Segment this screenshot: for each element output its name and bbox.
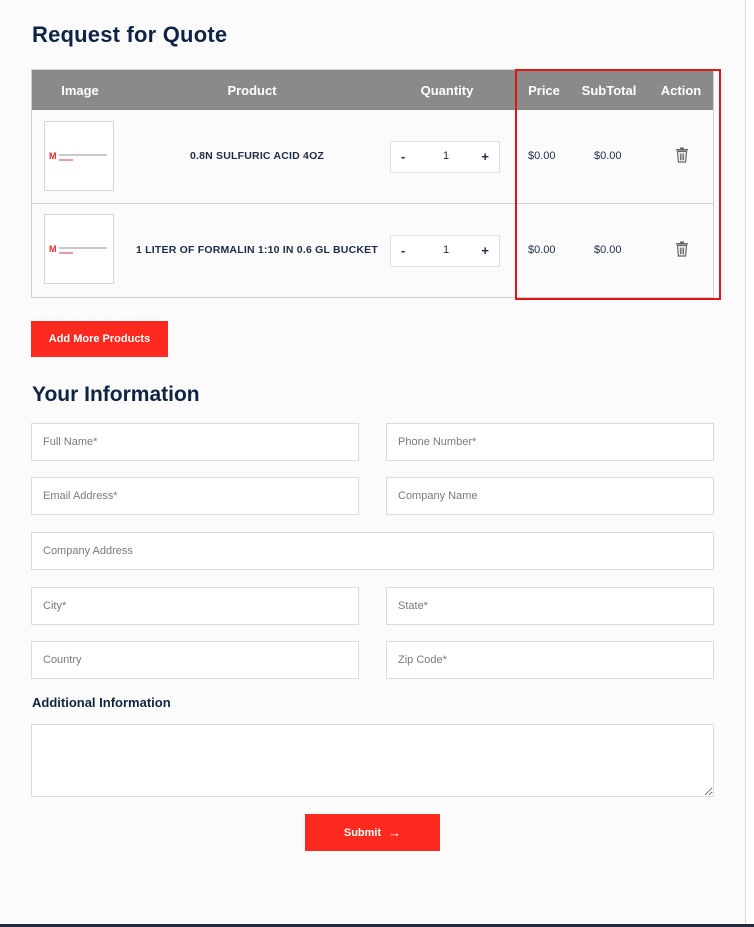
logo-text-line	[59, 247, 107, 249]
increment-button[interactable]: +	[481, 149, 489, 164]
header-image: Image	[61, 83, 99, 98]
product-thumbnail[interactable]: M	[44, 121, 114, 191]
submit-button[interactable]: Submit →	[305, 814, 440, 851]
company-name-field[interactable]	[386, 477, 714, 515]
quantity-value[interactable]: 1	[431, 150, 461, 162]
additional-info-textarea[interactable]	[31, 724, 714, 797]
quantity-stepper: - 1 +	[390, 235, 500, 267]
brand-logo: M	[49, 244, 57, 254]
additional-info-label: Additional Information	[32, 695, 171, 710]
country-field[interactable]	[31, 641, 359, 679]
full-name-field[interactable]	[31, 423, 359, 461]
email-field[interactable]	[31, 477, 359, 515]
decrement-button[interactable]: -	[401, 243, 405, 258]
product-name: 1 LITER OF FORMALIN 1:10 IN 0.6 GL BUCKE…	[136, 244, 378, 256]
quantity-stepper: - 1 +	[390, 141, 500, 173]
decrement-button[interactable]: -	[401, 149, 405, 164]
page-title: Request for Quote	[32, 22, 228, 47]
zip-code-field[interactable]	[386, 641, 714, 679]
increment-button[interactable]: +	[481, 243, 489, 258]
phone-number-field[interactable]	[386, 423, 714, 461]
quantity-value[interactable]: 1	[431, 244, 461, 256]
company-address-field[interactable]	[31, 532, 714, 570]
page-right-edge	[745, 0, 746, 927]
highlight-box	[515, 69, 721, 300]
section-title: Your Information	[32, 383, 200, 406]
product-thumbnail[interactable]: M	[44, 214, 114, 284]
header-product: Product	[227, 83, 277, 98]
state-field[interactable]	[386, 587, 714, 625]
logo-subtext-line	[59, 252, 73, 254]
submit-label: Submit	[343, 826, 382, 839]
logo-subtext-line	[59, 159, 73, 161]
brand-logo: M	[49, 151, 57, 161]
header-quantity: Quantity	[420, 83, 474, 98]
city-field[interactable]	[31, 587, 359, 625]
logo-text-line	[59, 154, 107, 156]
add-more-products-button[interactable]: Add More Products	[31, 321, 168, 357]
product-name: 0.8N SULFURIC ACID 4OZ	[189, 150, 325, 162]
arrow-right-icon: →	[388, 825, 402, 840]
